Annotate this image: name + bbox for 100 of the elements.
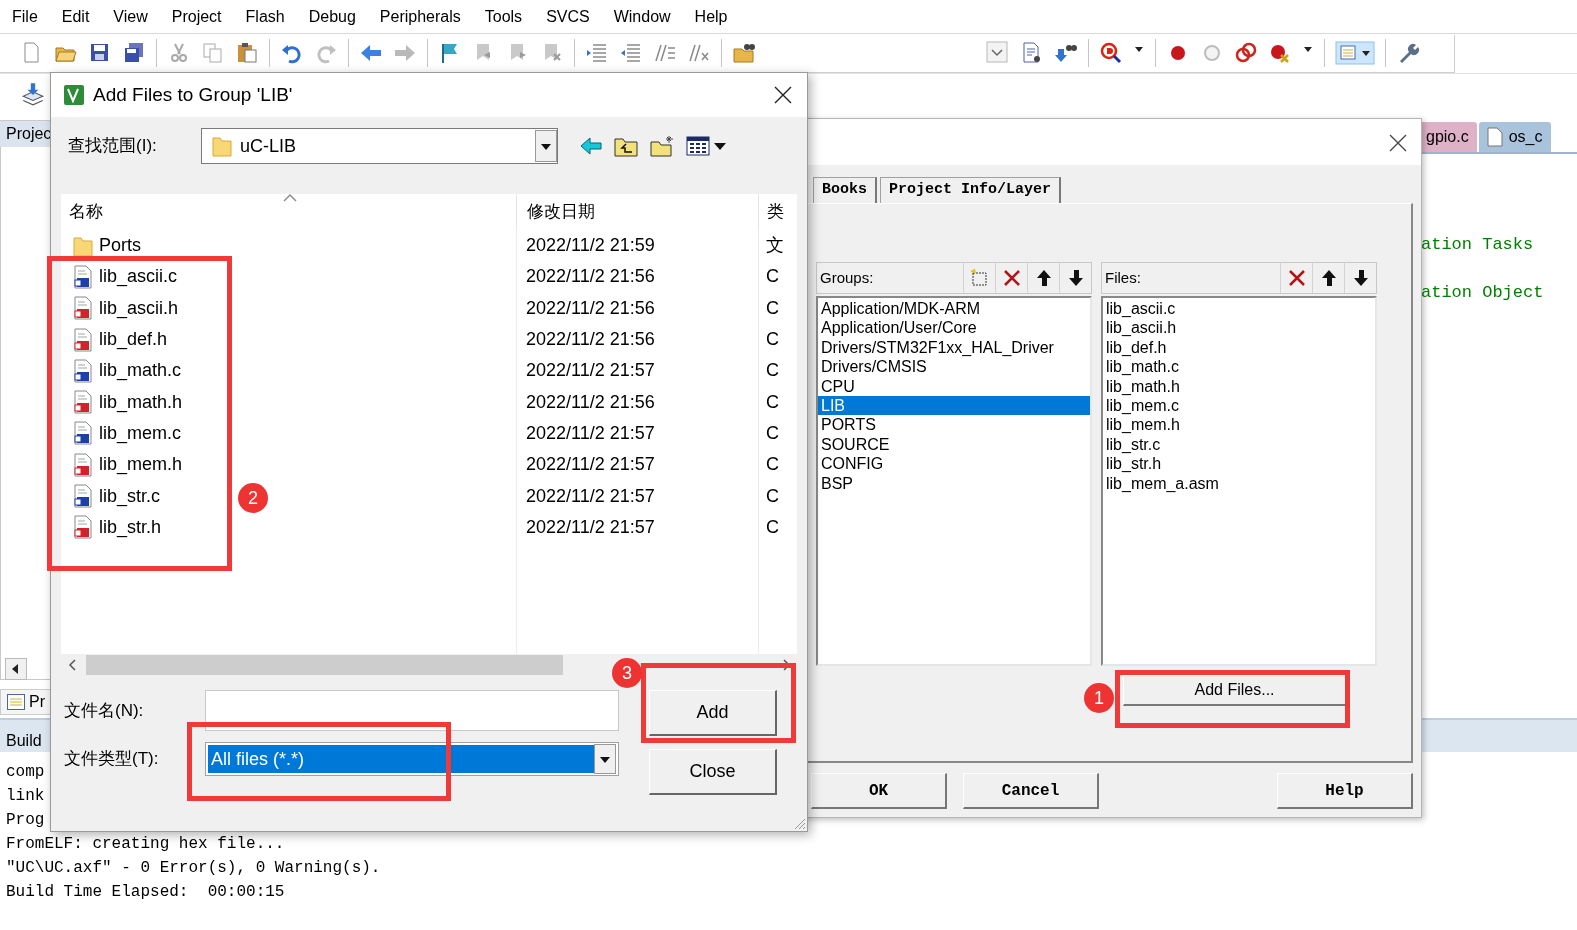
group-item[interactable]: Drivers/CMSIS xyxy=(818,357,1090,377)
menu-item[interactable]: SVCS xyxy=(534,4,602,29)
window-title: Add Files to Group 'LIB' xyxy=(93,82,294,107)
code-line: ation Tasks xyxy=(1421,234,1534,256)
output-line: FromELF: creating hex file... xyxy=(6,834,285,855)
type-cell: C xyxy=(766,454,779,475)
file-name[interactable]: lib_math.h xyxy=(99,388,183,416)
file-name[interactable]: lib_mem.h xyxy=(99,451,183,479)
output-line: Build Time Elapsed: 00:00:15 xyxy=(6,882,285,903)
dialog-tab[interactable]: Project Info/Layer xyxy=(880,177,1062,203)
list-label: Groups: xyxy=(819,267,875,288)
group-item[interactable]: BSP xyxy=(818,473,1090,494)
menu-item[interactable]: Help xyxy=(682,4,740,29)
type-cell: C xyxy=(766,485,779,506)
group-file-entry[interactable]: lib_def.h xyxy=(1103,337,1375,358)
double-circle-icon[interactable] xyxy=(1234,41,1258,65)
menu-item[interactable]: Debug xyxy=(296,4,368,29)
date-cell: 2022/11/2 21:57 xyxy=(526,422,655,443)
menu-item[interactable]: Edit xyxy=(49,4,102,29)
editor-tab[interactable]: os_c xyxy=(1478,122,1551,152)
date-cell: 2022/11/2 21:57 xyxy=(526,485,655,506)
group-file-entry[interactable]: lib_ascii.h xyxy=(1103,318,1375,338)
date-cell: 2022/11/2 21:56 xyxy=(526,329,655,350)
menu-item[interactable]: Project xyxy=(159,4,234,29)
output-line: link xyxy=(6,786,45,807)
field-label: 文件类型(T): xyxy=(64,748,160,771)
add-files-button[interactable]: Add Files... xyxy=(1123,675,1347,706)
group-item[interactable]: Application/MDK-ARM xyxy=(818,299,1090,319)
menu-item[interactable]: File xyxy=(0,4,50,29)
tab-label: os_c xyxy=(1508,127,1543,147)
menu-item[interactable]: Tools xyxy=(472,4,535,29)
date-cell: 2022/11/2 21:57 xyxy=(526,516,655,537)
folder-dropdown[interactable]: uC-LIB xyxy=(201,128,558,164)
group-item[interactable]: SOURCE xyxy=(818,434,1090,455)
file-name[interactable]: lib_str.h xyxy=(99,513,162,541)
group-file-entry[interactable]: lib_mem_a.asm xyxy=(1103,473,1375,494)
save-all-icon[interactable] xyxy=(122,41,146,65)
group-file-entry[interactable]: lib_str.c xyxy=(1103,434,1375,455)
group-item[interactable]: LIB xyxy=(818,396,1090,416)
paste-icon[interactable] xyxy=(235,41,259,65)
file-name[interactable]: lib_mem.c xyxy=(99,419,182,447)
group-file-entry[interactable]: lib_ascii.c xyxy=(1103,299,1375,319)
group-file-entry[interactable]: lib_mem.c xyxy=(1103,396,1375,416)
file-name[interactable]: lib_math.c xyxy=(99,357,182,385)
up-folder-icon[interactable] xyxy=(614,135,638,157)
dialog-button[interactable]: Add xyxy=(649,690,777,736)
view-menu-icon[interactable] xyxy=(686,135,728,157)
folder-icon xyxy=(212,135,232,157)
group-item[interactable]: CONFIG xyxy=(818,454,1090,474)
dialog-tab[interactable]: Books xyxy=(813,177,877,203)
dialog-button[interactable]: Close xyxy=(649,749,777,795)
type-cell: C xyxy=(766,329,779,350)
new-group-icon[interactable] xyxy=(969,268,990,288)
column-header[interactable]: 类 xyxy=(758,194,789,230)
date-cell: 2022/11/2 21:56 xyxy=(526,391,655,412)
app-icon xyxy=(63,84,85,106)
scroll-thumb[interactable] xyxy=(86,655,563,675)
file-name-field[interactable] xyxy=(205,690,619,731)
output-line: "UC\UC.axf" - 0 Error(s), 0 Warning(s). xyxy=(6,858,381,879)
close-icon[interactable] xyxy=(773,85,793,105)
stack-download-icon[interactable] xyxy=(20,81,46,107)
find-folder-icon[interactable] xyxy=(732,41,756,65)
output-line: comp xyxy=(6,762,45,783)
file-name[interactable]: lib_def.h xyxy=(99,326,168,354)
file-name[interactable]: lib_ascii.h xyxy=(99,294,179,322)
file-name[interactable]: lib_str.c xyxy=(99,482,161,510)
group-file-entry[interactable]: lib_mem.h xyxy=(1103,415,1375,435)
file-name[interactable]: Ports xyxy=(99,232,141,260)
group-file-entry[interactable]: lib_math.c xyxy=(1103,357,1375,377)
group-item[interactable]: Drivers/STM32F1xx_HAL_Driver xyxy=(818,337,1090,358)
file-type-dropdown[interactable]: All files (*.*) xyxy=(205,742,619,776)
group-item[interactable]: Application/User/Core xyxy=(818,318,1090,338)
back-arrow-icon[interactable] xyxy=(580,136,602,156)
sort-caret-icon xyxy=(283,194,297,202)
menu-item[interactable]: Window xyxy=(601,4,683,29)
group-file-entry[interactable]: lib_str.h xyxy=(1103,454,1375,474)
column-header[interactable]: 修改日期 xyxy=(516,194,758,230)
group-file-entry[interactable]: lib_math.h xyxy=(1103,376,1375,397)
type-cell: C xyxy=(766,516,779,537)
delete-icon[interactable] xyxy=(1001,268,1022,288)
output-line: Prog xyxy=(6,810,45,831)
new-folder-icon[interactable] xyxy=(650,135,674,157)
menu-item[interactable]: View xyxy=(101,4,160,29)
scroll-left-icon[interactable] xyxy=(5,658,27,680)
group-item[interactable]: PORTS xyxy=(818,415,1090,435)
column-header[interactable]: 名称 xyxy=(61,194,516,230)
menu-item[interactable]: Flash xyxy=(233,4,297,29)
dialog-button[interactable]: Cancel xyxy=(963,773,1099,809)
delete-icon[interactable] xyxy=(1286,268,1307,288)
resize-grip-icon[interactable] xyxy=(792,816,806,830)
menu-item[interactable]: Peripherals xyxy=(367,4,473,29)
group-item[interactable]: CPU xyxy=(818,376,1090,397)
debug-magnifier-icon[interactable] xyxy=(1099,41,1123,65)
file-name[interactable]: lib_ascii.c xyxy=(99,263,178,291)
dialog-button[interactable]: Help xyxy=(1277,773,1413,809)
list-label: Files: xyxy=(1104,267,1142,288)
window-layout-icon[interactable] xyxy=(1335,41,1375,65)
type-cell: C xyxy=(766,297,779,318)
dialog-button[interactable]: OK xyxy=(811,773,947,809)
close-icon[interactable] xyxy=(1388,133,1408,153)
